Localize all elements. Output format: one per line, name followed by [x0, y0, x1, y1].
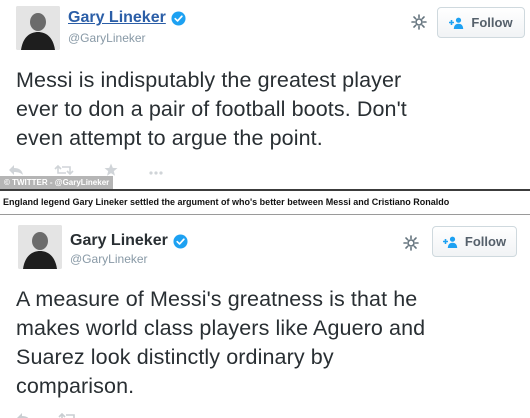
tweet-text: Messi is indisputably the greatest playe… [16, 66, 407, 153]
tweet-text-line: even attempt to argue the point. [16, 126, 323, 150]
gear-icon[interactable] [411, 14, 427, 30]
display-name[interactable]: Gary Lineker [70, 232, 168, 250]
tweet-card-2: Gary Lineker @GaryLineker Follow A measu… [0, 215, 530, 418]
more-icon[interactable] [148, 163, 164, 182]
tweet-text-line: Suarez look distinctly ordinary by [16, 345, 334, 369]
user-handle[interactable]: @GaryLineker [68, 31, 146, 45]
follow-label: Follow [464, 234, 507, 249]
avatar[interactable] [16, 6, 60, 50]
tweet-card-1: Gary Lineker @GaryLineker Follow Messi i… [0, 0, 530, 189]
twitter-watermark: © TWITTER - @GaryLineker [0, 176, 114, 189]
add-user-icon [449, 17, 465, 29]
tweet-text-line: A measure of Messi's greatness is that h… [16, 287, 418, 311]
tweet-text: A measure of Messi's greatness is that h… [16, 285, 425, 401]
user-handle[interactable]: @GaryLineker [70, 252, 148, 266]
tweet-text-line: makes world class players like Aguero an… [16, 316, 426, 340]
follow-button[interactable]: Follow [432, 226, 517, 257]
follow-button[interactable]: Follow [437, 7, 525, 38]
follow-label: Follow [471, 15, 513, 30]
tweet-text-line: Messi is indisputably the greatest playe… [16, 68, 402, 92]
retweet-icon[interactable] [58, 411, 78, 418]
tweet-actions [16, 411, 78, 418]
gear-icon[interactable] [403, 235, 419, 251]
avatar[interactable] [18, 225, 62, 269]
image-caption-bar: England legend Gary Lineker settled the … [0, 189, 530, 215]
display-name[interactable]: Gary Lineker [68, 9, 166, 27]
verified-badge-icon [171, 10, 186, 26]
verified-badge-icon [173, 233, 188, 249]
add-user-icon [442, 236, 459, 248]
reply-icon[interactable] [16, 411, 32, 418]
image-caption: England legend Gary Lineker settled the … [3, 197, 450, 207]
tweet-text-line: comparison. [16, 374, 135, 398]
tweet-text-line: ever to don a pair of football boots. Do… [16, 97, 407, 121]
